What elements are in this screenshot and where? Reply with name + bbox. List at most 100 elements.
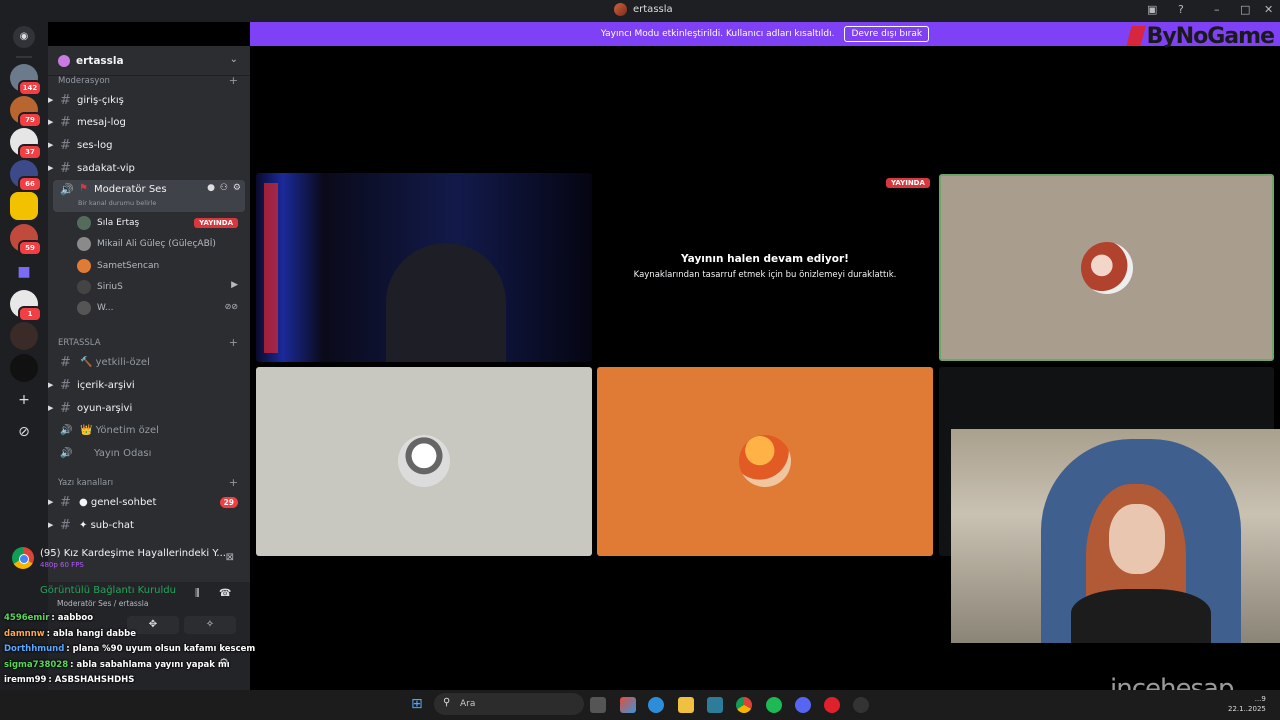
chrome-icon[interactable]: [736, 697, 752, 713]
server-icon[interactable]: [10, 354, 38, 382]
channel-item[interactable]: ▶ # giriş-çıkış: [48, 90, 250, 110]
edge-icon[interactable]: [648, 697, 664, 713]
chat-icon[interactable]: ●: [207, 183, 215, 193]
disable-streamer-mode-button[interactable]: Devre dışı bırak: [844, 26, 930, 42]
folder-icon[interactable]: ■: [14, 262, 34, 282]
taskbar-clock[interactable]: ...9 22.1..2025: [1228, 694, 1266, 714]
server-icon[interactable]: 59: [10, 224, 42, 256]
minimize-icon[interactable]: –: [1214, 3, 1220, 16]
mention-badge: 29: [219, 496, 238, 508]
streamer-mode-banner: Yayıncı Modu etkinleştirildi. Kullanıcı …: [250, 22, 1280, 46]
chat-user: iremm99: [4, 675, 47, 685]
store-icon[interactable]: [707, 697, 723, 713]
voice-channel-path[interactable]: Moderatör Ses / ertassla: [57, 599, 148, 608]
discord-home-icon[interactable]: ◉: [13, 26, 35, 48]
discord-icon[interactable]: [795, 697, 811, 713]
person-silhouette: [386, 243, 506, 362]
taskbar: [0, 690, 1280, 720]
speaker-icon: 🔊: [60, 424, 73, 436]
server-icon[interactable]: 142: [10, 64, 42, 96]
discover-icon[interactable]: ⊘: [14, 422, 34, 442]
screen: ertassla ▣ ? – □ ✕ Yayıncı Modu etkinleş…: [0, 0, 1280, 720]
server-header[interactable]: ertassla ⌄: [48, 46, 250, 76]
avatar: [77, 216, 91, 230]
voice-channel-name: Moderatör Ses: [94, 184, 167, 195]
title-bar: ertassla ▣ ? – □ ✕: [0, 0, 1280, 22]
channel-item[interactable]: ▶ # oyun-arşivi: [48, 398, 250, 418]
unread-arrow-icon: ▶: [48, 498, 54, 506]
chat-message: iremm99: ASBSHAHSHDHS: [4, 675, 134, 685]
settings-icon[interactable]: ⚙: [233, 183, 241, 193]
windows-start-icon[interactable]: ⊞: [411, 696, 423, 712]
chat-message: 4596emir: aabboo: [4, 613, 93, 623]
invite-icon[interactable]: ⚇: [220, 183, 228, 193]
unread-arrow-icon: ▶: [48, 521, 54, 529]
voice-channel-active[interactable]: 🔊 ⚑ Moderatör Ses Bir kanal durumu belir…: [53, 180, 245, 212]
stop-stream-icon[interactable]: ⊠: [226, 552, 234, 563]
voice-channel-item[interactable]: 🔊 Yayın Odası: [48, 443, 250, 463]
text-channel-icon: #: [60, 92, 71, 108]
noise-suppression-icon[interactable]: ⫼: [195, 588, 200, 599]
help-icon[interactable]: ?: [1178, 3, 1184, 16]
channel-item[interactable]: ▶ # sadakat-vip: [48, 158, 250, 178]
soundboard-button[interactable]: ✧: [184, 616, 236, 634]
server-icon[interactable]: 79: [10, 96, 42, 128]
maximize-icon[interactable]: □: [1240, 3, 1250, 16]
channel-item[interactable]: # 🔨 yetkili-özel: [48, 352, 250, 372]
paused-subtitle: Kaynaklarından tasarruf etmek için bu ön…: [633, 270, 897, 280]
video-tile-camera[interactable]: [256, 173, 592, 362]
channel-item[interactable]: ▶ # içerik-arşivi: [48, 375, 250, 395]
copilot-icon[interactable]: [620, 697, 636, 713]
voice-user[interactable]: W...: [77, 299, 113, 317]
server-icon[interactable]: 37: [10, 128, 42, 160]
add-channel-icon[interactable]: +: [229, 476, 238, 489]
server-icon[interactable]: 1: [10, 290, 42, 322]
voice-status[interactable]: Görüntülü Bağlantı Kuruldu: [40, 585, 176, 596]
channel-item[interactable]: ▶ # ses-log: [48, 135, 250, 155]
text-channel-icon: #: [60, 160, 71, 176]
channel-item[interactable]: ▶ # mesaj-log: [48, 112, 250, 132]
video-tile-user[interactable]: [597, 367, 933, 556]
voice-channel-status[interactable]: Bir kanal durumu belirle: [78, 199, 156, 207]
add-channel-icon[interactable]: +: [229, 336, 238, 349]
voice-user[interactable]: Sıla Ertaş: [77, 214, 139, 232]
channel-item[interactable]: ▶ # ✦ sub-chat: [48, 515, 250, 535]
task-view-icon[interactable]: [590, 697, 606, 713]
video-tile-user[interactable]: [256, 367, 592, 556]
activity-panel[interactable]: (95) Kız Kardeşime Hayallerindeki Y... 4…: [8, 544, 242, 576]
voice-user[interactable]: SametSencan: [77, 257, 159, 275]
file-explorer-icon[interactable]: [678, 697, 694, 713]
disconnect-icon[interactable]: ☎: [219, 588, 231, 599]
category-moderation[interactable]: Moderasyon: [58, 76, 110, 86]
server-badge: 1: [18, 306, 42, 322]
add-channel-icon[interactable]: +: [229, 74, 238, 87]
chat-user: damnnw: [4, 629, 45, 639]
chat-text: : abla sabahlama yayını yapak mı: [70, 660, 230, 670]
brand-logo: ByNoGame: [1125, 24, 1275, 49]
close-icon[interactable]: ✕: [1264, 3, 1273, 16]
category-ertassla[interactable]: ERTASSLA: [58, 338, 101, 348]
lock-server-icon[interactable]: [10, 192, 38, 220]
obs-icon[interactable]: [853, 697, 869, 713]
avatar: [1081, 242, 1133, 294]
text-channel-icon: #: [60, 354, 71, 370]
category-text[interactable]: Yazı kanalları: [58, 478, 113, 488]
taskbar-search[interactable]: [434, 693, 584, 715]
voice-user[interactable]: Mikail Ali Güleç (GüleçABİ): [77, 235, 216, 253]
video-tile-paused-stream[interactable]: [597, 173, 933, 362]
activity-quality: 480p 60 FPS: [40, 561, 84, 569]
server-icon[interactable]: 66: [10, 160, 42, 192]
voice-user[interactable]: SiriuS: [77, 278, 123, 296]
chat-text: : plana %90 uyum olsun kafamı kescem: [66, 644, 256, 654]
inbox-icon[interactable]: ▣: [1147, 3, 1157, 16]
banner-text: Yayıncı Modu etkinleştirildi. Kullanıcı …: [600, 29, 835, 39]
opera-icon[interactable]: [824, 697, 840, 713]
spotify-icon[interactable]: [766, 697, 782, 713]
text-channel-icon: #: [60, 400, 71, 416]
server-badge: 59: [18, 240, 42, 256]
channel-item[interactable]: ▶ # ● genel-sohbet 29: [48, 492, 250, 512]
server-icon[interactable]: [10, 322, 38, 350]
voice-channel-item[interactable]: 🔊 👑 Yönetim özel: [48, 420, 250, 440]
add-server-icon[interactable]: +: [14, 390, 34, 410]
video-tile-speaking[interactable]: [939, 174, 1274, 361]
